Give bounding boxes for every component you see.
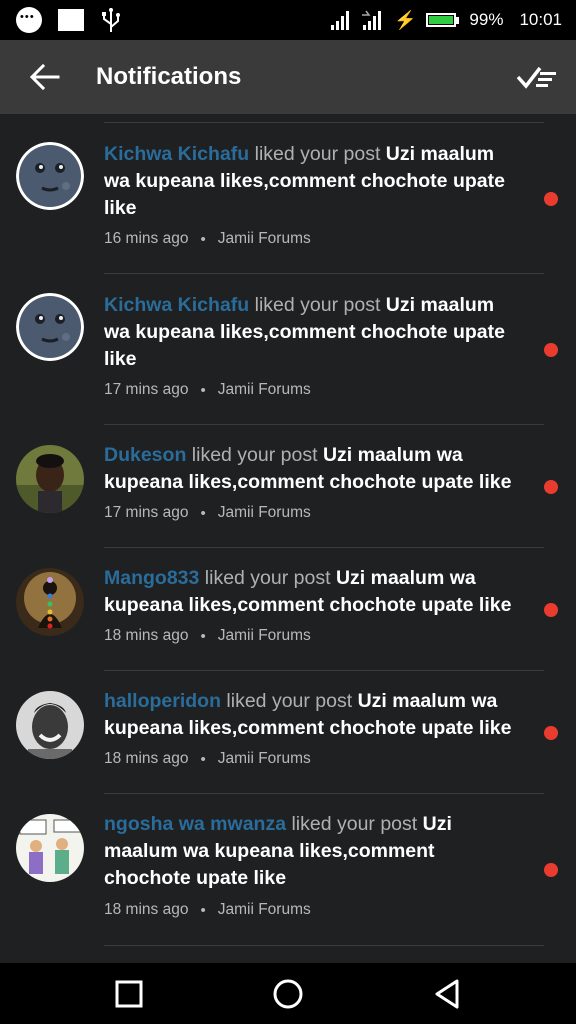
notification-text: ngosha wa mwanza liked your post Uzi maa… — [104, 811, 524, 892]
action-text: liked your post — [226, 690, 353, 712]
status-bar: ⚡ 99% 10:01 — [0, 0, 576, 40]
unread-dot — [544, 863, 558, 877]
action-text: liked your post — [254, 294, 381, 316]
clock: 10:01 — [519, 10, 562, 29]
username-link[interactable]: Mango833 — [104, 567, 199, 589]
avatar[interactable] — [16, 568, 84, 636]
check-list-icon[interactable] — [516, 62, 558, 92]
timestamp: 18 mins ago — [104, 750, 189, 767]
circle-icon[interactable] — [271, 977, 305, 1011]
meta-separator: • — [200, 504, 206, 522]
notification-list[interactable]: Kichwa Kichafu liked your post Uzi maalu… — [0, 114, 576, 963]
unread-dot — [544, 603, 558, 617]
action-text: liked your post — [291, 813, 418, 835]
avatar[interactable] — [16, 293, 84, 361]
divider — [104, 945, 544, 946]
source-label: Jamii Forums — [217, 901, 311, 918]
notification-item[interactable]: Kichwa Kichafu liked your post Uzi maalu… — [0, 114, 576, 274]
unread-dot — [544, 726, 558, 740]
meta-separator: • — [200, 750, 206, 768]
image-icon — [58, 9, 84, 31]
page-title: Notifications — [96, 63, 242, 90]
notification-meta: 18 mins ago • Jamii Forums — [104, 627, 311, 645]
meta-separator: • — [200, 627, 206, 645]
username-link[interactable]: ngosha wa mwanza — [104, 813, 286, 835]
notification-text: halloperidon liked your post Uzi maalum … — [104, 688, 544, 742]
navigation-bar — [0, 963, 576, 1024]
source-label: Jamii Forums — [217, 381, 311, 398]
username-link[interactable]: Kichwa Kichafu — [104, 143, 249, 165]
avatar[interactable] — [16, 814, 84, 882]
signal-icon — [362, 10, 381, 30]
username-link[interactable]: Dukeson — [104, 444, 186, 466]
unread-dot — [544, 343, 558, 357]
notification-text: Dukeson liked your post Uzi maalum wa ku… — [104, 442, 544, 496]
usb-icon — [102, 8, 120, 32]
timestamp: 17 mins ago — [104, 504, 189, 521]
unread-dot — [544, 480, 558, 494]
triangle-back-icon[interactable] — [431, 977, 465, 1011]
notification-meta: 17 mins ago • Jamii Forums — [104, 504, 311, 522]
source-label: Jamii Forums — [217, 750, 311, 767]
arrow-left-icon[interactable] — [28, 62, 62, 92]
source-label: Jamii Forums — [217, 230, 311, 247]
timestamp: 16 mins ago — [104, 230, 189, 247]
notification-text: Mango833 liked your post Uzi maalum wa k… — [104, 565, 544, 619]
action-text: liked your post — [254, 143, 381, 165]
notification-item[interactable]: Kichwa Kichafu liked your post Uzi maalu… — [0, 265, 576, 425]
battery-percent: 99% — [469, 10, 504, 29]
message-icon — [16, 7, 42, 33]
source-label: Jamii Forums — [217, 504, 311, 521]
notification-meta: 17 mins ago • Jamii Forums — [104, 381, 311, 399]
notification-text: Kichwa Kichafu liked your post Uzi maalu… — [104, 141, 524, 222]
username-link[interactable]: Kichwa Kichafu — [104, 294, 249, 316]
timestamp: 18 mins ago — [104, 901, 189, 918]
notification-item[interactable]: Mango833 liked your post Uzi maalum wa k… — [0, 548, 576, 671]
timestamp: 18 mins ago — [104, 627, 189, 644]
avatar[interactable] — [16, 691, 84, 759]
notification-meta: 18 mins ago • Jamii Forums — [104, 901, 311, 919]
timestamp: 17 mins ago — [104, 381, 189, 398]
notification-item[interactable]: Dukeson liked your post Uzi maalum wa ku… — [0, 425, 576, 548]
source-label: Jamii Forums — [217, 627, 311, 644]
battery-icon — [426, 13, 460, 27]
action-text: liked your post — [191, 444, 318, 466]
notification-item[interactable]: ngosha wa mwanza liked your post Uzi maa… — [0, 794, 576, 946]
signal-icon — [331, 11, 349, 30]
avatar[interactable] — [16, 445, 84, 513]
meta-separator: • — [200, 381, 206, 399]
meta-separator: • — [200, 901, 206, 919]
notification-item[interactable]: halloperidon liked your post Uzi maalum … — [0, 671, 576, 794]
notification-text: Kichwa Kichafu liked your post Uzi maalu… — [104, 292, 524, 373]
action-text: liked your post — [204, 567, 331, 589]
meta-separator: • — [200, 230, 206, 248]
avatar[interactable] — [16, 142, 84, 210]
notification-meta: 18 mins ago • Jamii Forums — [104, 750, 311, 768]
square-icon[interactable] — [112, 977, 146, 1011]
app-bar: Notifications — [0, 40, 576, 114]
notification-meta: 16 mins ago • Jamii Forums — [104, 230, 311, 248]
username-link[interactable]: halloperidon — [104, 690, 221, 712]
unread-dot — [544, 192, 558, 206]
charging-icon: ⚡ — [394, 9, 417, 30]
